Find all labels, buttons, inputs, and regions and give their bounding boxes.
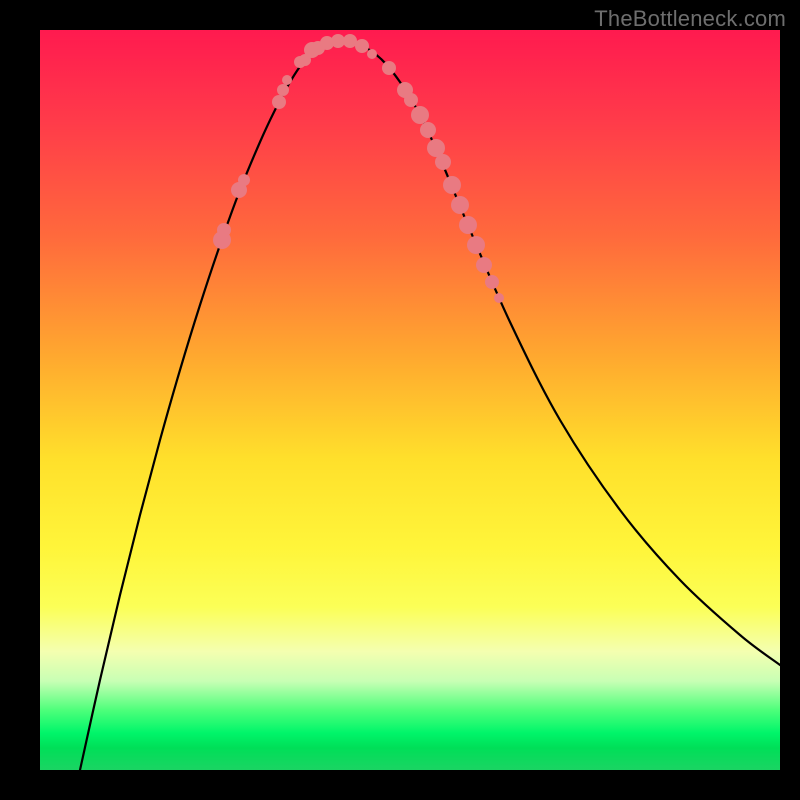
bottleneck-curve-svg	[40, 30, 780, 770]
highlight-dot	[238, 174, 250, 186]
highlight-dot	[443, 176, 461, 194]
highlight-dot	[282, 75, 292, 85]
highlight-dot	[476, 257, 492, 273]
highlight-dot	[494, 293, 504, 303]
highlight-dot	[355, 39, 369, 53]
highlight-dots	[213, 34, 504, 303]
highlight-dot	[451, 196, 469, 214]
chart-stage: TheBottleneck.com	[0, 0, 800, 800]
plot-area	[40, 30, 780, 770]
highlight-dot	[331, 34, 345, 48]
watermark-text: TheBottleneck.com	[594, 6, 786, 32]
highlight-dot	[382, 61, 396, 75]
highlight-dot	[467, 236, 485, 254]
highlight-dot	[404, 93, 418, 107]
highlight-dot	[272, 95, 286, 109]
highlight-dot	[411, 106, 429, 124]
highlight-dot	[485, 275, 499, 289]
highlight-dot	[435, 154, 451, 170]
highlight-dot	[367, 49, 377, 59]
highlight-dot	[420, 122, 436, 138]
highlight-dot	[343, 34, 357, 48]
highlight-dot	[459, 216, 477, 234]
highlight-dot	[217, 223, 231, 237]
highlight-dot	[277, 84, 289, 96]
